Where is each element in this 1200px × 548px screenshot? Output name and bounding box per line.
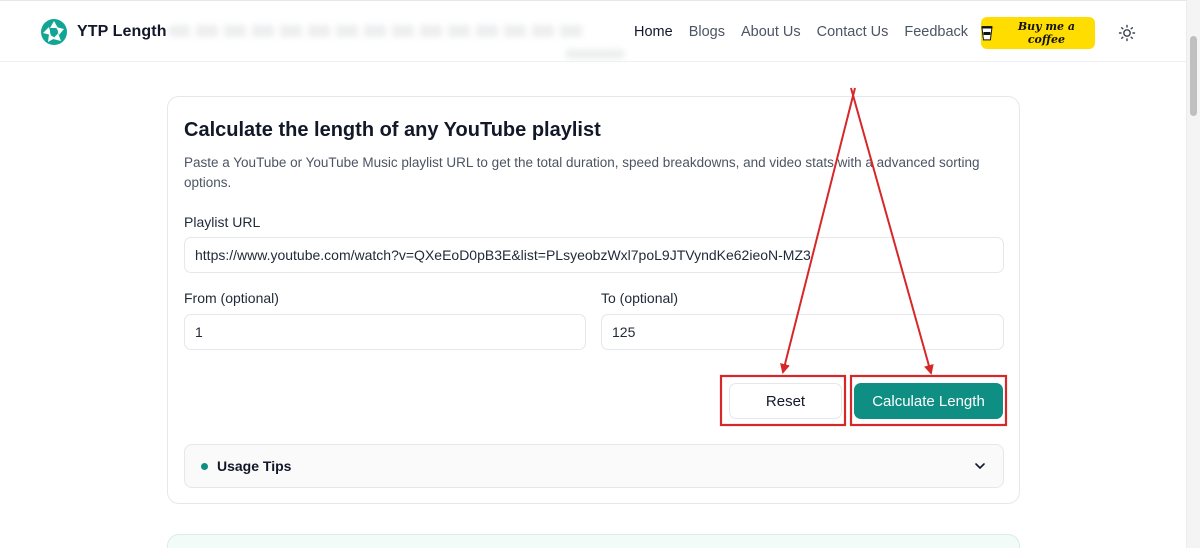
- to-label: To (optional): [601, 290, 679, 306]
- card-title: Calculate the length of any YouTube play…: [184, 119, 601, 141]
- usage-tips-label: Usage Tips: [217, 458, 292, 474]
- blurred-banner-text: [168, 25, 588, 37]
- nav-about-us[interactable]: About Us: [741, 24, 801, 40]
- scrollbar-thumb[interactable]: [1190, 36, 1197, 116]
- buy-me-a-coffee-button[interactable]: Buy me a coffee: [981, 17, 1095, 49]
- results-card-peek: [167, 534, 1020, 548]
- nav-contact-us[interactable]: Contact Us: [817, 24, 889, 40]
- sun-icon[interactable]: [1118, 24, 1136, 42]
- playlist-url-label: Playlist URL: [184, 214, 261, 230]
- blurred-banner-text-2: [565, 49, 625, 59]
- nav-home[interactable]: Home: [634, 24, 673, 40]
- logo-text: YTP Length: [77, 23, 167, 40]
- site-logo[interactable]: YTP Length: [40, 18, 167, 46]
- main-nav: Home Blogs About Us Contact Us Feedback: [634, 24, 968, 40]
- page: YTP Length Home Blogs About Us Contact U…: [0, 0, 1200, 548]
- coffee-label: Buy me a coffee: [1017, 20, 1075, 46]
- usage-tips-accordion[interactable]: Usage Tips: [184, 444, 1004, 488]
- coffee-cup-icon: [981, 26, 993, 41]
- nav-feedback[interactable]: Feedback: [904, 24, 968, 40]
- vertical-scrollbar[interactable]: [1186, 0, 1200, 548]
- calculate-length-button[interactable]: Calculate Length: [854, 383, 1003, 419]
- nav-blogs[interactable]: Blogs: [689, 24, 725, 40]
- calculator-card: Calculate the length of any YouTube play…: [167, 96, 1020, 504]
- aperture-logo-icon: [41, 19, 67, 45]
- from-label: From (optional): [184, 290, 279, 306]
- to-input[interactable]: [601, 314, 1004, 350]
- card-description: Paste a YouTube or YouTube Music playlis…: [184, 155, 980, 190]
- status-dot: [201, 462, 208, 470]
- reset-button[interactable]: Reset: [729, 383, 842, 419]
- top-navbar: YTP Length Home Blogs About Us Contact U…: [0, 0, 1186, 62]
- playlist-url-input[interactable]: [184, 237, 1004, 273]
- from-input[interactable]: [184, 314, 586, 350]
- chevron-down-icon: [975, 463, 985, 469]
